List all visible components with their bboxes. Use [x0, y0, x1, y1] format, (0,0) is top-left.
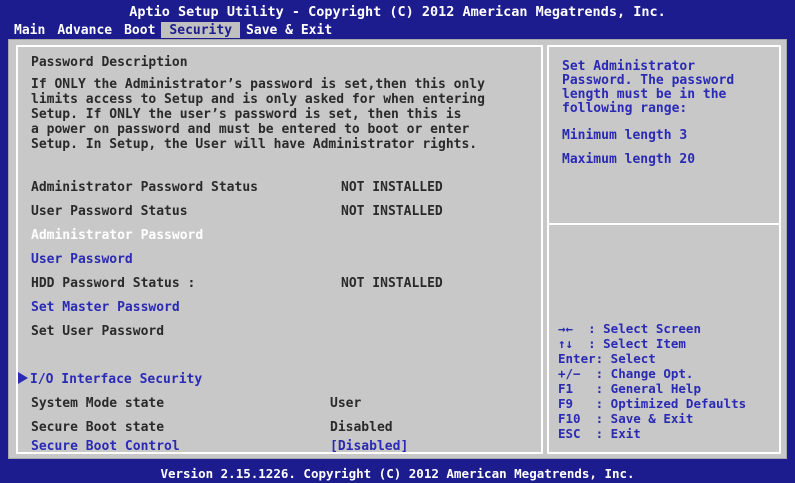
- description-line: limits access to Setup and is only asked…: [31, 92, 485, 107]
- help-max-length: Maximum length 20: [562, 152, 696, 167]
- io-interface-security-label: I/O Interface Security: [30, 372, 203, 387]
- admin-password-status-label: Administrator Password Status: [31, 180, 258, 195]
- key-hint-optimized-defaults: F9 : Optimized Defaults: [558, 396, 747, 411]
- help-panel: Set Administrator Password. The password…: [547, 45, 781, 454]
- window-title: Aptio Setup Utility - Copyright (C) 2012…: [129, 4, 666, 20]
- footer-version: Version 2.15.1226. Copyright (C) 2012 Am…: [160, 466, 635, 481]
- key-hint-enter: Enter: Select: [558, 351, 656, 366]
- secure-boot-control-value[interactable]: [Disabled]: [330, 439, 408, 454]
- tab-boot[interactable]: Boot: [118, 23, 161, 38]
- key-hint-select-screen: →← : Select Screen: [558, 321, 701, 336]
- key-hint-select-item: ↑↓ : Select Item: [558, 336, 686, 351]
- secure-boot-state-label: Secure Boot state: [31, 420, 165, 435]
- key-hint-save-exit: F10 : Save & Exit: [558, 411, 694, 426]
- description-line: Setup. In Setup, the User will have Admi…: [31, 137, 478, 152]
- tab-advance[interactable]: Advance: [51, 23, 118, 38]
- administrator-password-item[interactable]: Administrator Password: [31, 228, 203, 243]
- help-line: length must be in the: [562, 87, 727, 102]
- key-hint-exit: ESC : Exit: [558, 426, 641, 441]
- key-hint-change-opt: +/− : Change Opt.: [558, 366, 694, 381]
- user-password-status-label: User Password Status: [31, 204, 188, 219]
- hdd-password-status-value: NOT INSTALLED: [341, 276, 443, 291]
- system-mode-state-label: System Mode state: [31, 396, 165, 411]
- help-line: Set Administrator: [562, 59, 696, 74]
- settings-panel: Password Description If ONLY the Adminis…: [16, 45, 543, 454]
- submenu-arrow-icon: [18, 372, 28, 384]
- set-master-password-item[interactable]: Set Master Password: [31, 300, 180, 315]
- help-line: following range:: [562, 101, 688, 116]
- io-interface-security-item[interactable]: I/O Interface Security: [18, 372, 202, 387]
- help-divider: [549, 223, 779, 225]
- hdd-password-status-label: HDD Password Status :: [31, 276, 196, 291]
- tab-main[interactable]: Main: [8, 23, 51, 38]
- key-hint-general-help: F1 : General Help: [558, 381, 701, 396]
- help-min-length: Minimum length 3: [562, 128, 688, 143]
- description-line: If ONLY the Administrator’s password is …: [31, 77, 485, 92]
- user-password-item[interactable]: User Password: [31, 252, 133, 267]
- set-user-password-item: Set User Password: [31, 324, 165, 339]
- help-line: Password. The password: [562, 73, 735, 88]
- secure-boot-control-label[interactable]: Secure Boot Control: [31, 439, 180, 454]
- system-mode-state-value: User: [330, 396, 362, 411]
- description-heading: Password Description: [31, 55, 188, 70]
- tab-security[interactable]: Security: [161, 22, 241, 38]
- secure-boot-state-value: Disabled: [330, 420, 393, 435]
- tab-bar: Main Advance Boot Security Save & Exit: [8, 22, 338, 38]
- admin-password-status-value: NOT INSTALLED: [341, 180, 443, 195]
- main-frame: Password Description If ONLY the Adminis…: [8, 39, 787, 459]
- description-line: Setup. If ONLY the user’s password is se…: [31, 107, 462, 122]
- user-password-status-value: NOT INSTALLED: [341, 204, 443, 219]
- tab-save-exit[interactable]: Save & Exit: [240, 23, 338, 38]
- description-line: a power on password and must be entered …: [31, 122, 470, 137]
